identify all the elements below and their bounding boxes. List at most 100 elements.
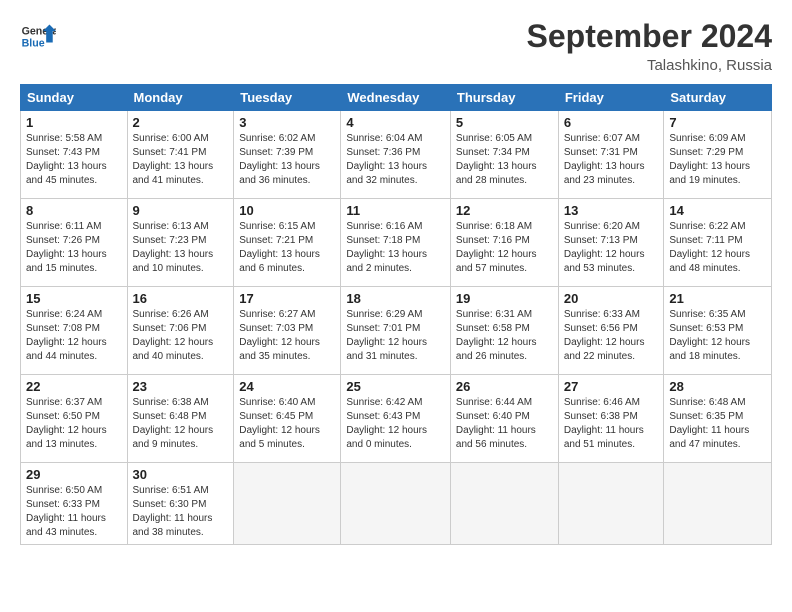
calendar-day-cell: 9 Sunrise: 6:13 AMSunset: 7:23 PMDayligh…: [127, 199, 234, 287]
calendar-day-cell: 29 Sunrise: 6:50 AMSunset: 6:33 PMDaylig…: [21, 463, 128, 545]
day-number: 14: [669, 203, 766, 218]
calendar-day-cell: [234, 463, 341, 545]
calendar-day-cell: 24 Sunrise: 6:40 AMSunset: 6:45 PMDaylig…: [234, 375, 341, 463]
calendar-day-cell: [558, 463, 664, 545]
day-number: 23: [133, 379, 229, 394]
day-info: Sunrise: 6:40 AMSunset: 6:45 PMDaylight:…: [239, 397, 320, 450]
day-number: 12: [456, 203, 553, 218]
day-info: Sunrise: 6:31 AMSunset: 6:58 PMDaylight:…: [456, 309, 537, 362]
day-number: 13: [564, 203, 659, 218]
day-info: Sunrise: 6:42 AMSunset: 6:43 PMDaylight:…: [346, 397, 427, 450]
calendar-week-row: 22 Sunrise: 6:37 AMSunset: 6:50 PMDaylig…: [21, 375, 772, 463]
calendar-day-cell: 19 Sunrise: 6:31 AMSunset: 6:58 PMDaylig…: [450, 287, 558, 375]
calendar-week-row: 1 Sunrise: 5:58 AMSunset: 7:43 PMDayligh…: [21, 111, 772, 199]
calendar-day-cell: 12 Sunrise: 6:18 AMSunset: 7:16 PMDaylig…: [450, 199, 558, 287]
location: Talashkino, Russia: [527, 57, 772, 74]
day-info: Sunrise: 6:33 AMSunset: 6:56 PMDaylight:…: [564, 309, 645, 362]
day-number: 25: [346, 379, 445, 394]
calendar-day-cell: 30 Sunrise: 6:51 AMSunset: 6:30 PMDaylig…: [127, 463, 234, 545]
day-info: Sunrise: 6:09 AMSunset: 7:29 PMDaylight:…: [669, 133, 750, 186]
day-info: Sunrise: 6:20 AMSunset: 7:13 PMDaylight:…: [564, 221, 645, 274]
calendar-day-cell: 22 Sunrise: 6:37 AMSunset: 6:50 PMDaylig…: [21, 375, 128, 463]
day-number: 6: [564, 115, 659, 130]
day-number: 19: [456, 291, 553, 306]
day-info: Sunrise: 6:05 AMSunset: 7:34 PMDaylight:…: [456, 133, 537, 186]
day-number: 8: [26, 203, 122, 218]
day-info: Sunrise: 6:48 AMSunset: 6:35 PMDaylight:…: [669, 397, 749, 450]
weekday-header: Saturday: [664, 85, 772, 111]
calendar-day-cell: 18 Sunrise: 6:29 AMSunset: 7:01 PMDaylig…: [341, 287, 451, 375]
day-info: Sunrise: 6:02 AMSunset: 7:39 PMDaylight:…: [239, 133, 320, 186]
day-number: 21: [669, 291, 766, 306]
day-number: 15: [26, 291, 122, 306]
day-number: 9: [133, 203, 229, 218]
day-number: 2: [133, 115, 229, 130]
day-number: 1: [26, 115, 122, 130]
month-title: September 2024: [527, 18, 772, 55]
title-block: September 2024 Talashkino, Russia: [527, 18, 772, 74]
day-info: Sunrise: 6:15 AMSunset: 7:21 PMDaylight:…: [239, 221, 320, 274]
calendar-day-cell: 26 Sunrise: 6:44 AMSunset: 6:40 PMDaylig…: [450, 375, 558, 463]
day-number: 18: [346, 291, 445, 306]
page-header: General Blue September 2024 Talashkino, …: [20, 18, 772, 74]
weekday-header: Tuesday: [234, 85, 341, 111]
day-number: 26: [456, 379, 553, 394]
day-number: 11: [346, 203, 445, 218]
calendar-week-row: 8 Sunrise: 6:11 AMSunset: 7:26 PMDayligh…: [21, 199, 772, 287]
day-number: 17: [239, 291, 335, 306]
day-info: Sunrise: 6:18 AMSunset: 7:16 PMDaylight:…: [456, 221, 537, 274]
weekday-header: Sunday: [21, 85, 128, 111]
svg-text:Blue: Blue: [22, 38, 45, 50]
calendar-day-cell: 23 Sunrise: 6:38 AMSunset: 6:48 PMDaylig…: [127, 375, 234, 463]
calendar-day-cell: 17 Sunrise: 6:27 AMSunset: 7:03 PMDaylig…: [234, 287, 341, 375]
day-number: 16: [133, 291, 229, 306]
day-number: 5: [456, 115, 553, 130]
weekday-header: Wednesday: [341, 85, 451, 111]
day-info: Sunrise: 6:46 AMSunset: 6:38 PMDaylight:…: [564, 397, 644, 450]
calendar-table: SundayMondayTuesdayWednesdayThursdayFrid…: [20, 84, 772, 545]
calendar-day-cell: 4 Sunrise: 6:04 AMSunset: 7:36 PMDayligh…: [341, 111, 451, 199]
calendar-day-cell: 13 Sunrise: 6:20 AMSunset: 7:13 PMDaylig…: [558, 199, 664, 287]
calendar-day-cell: 10 Sunrise: 6:15 AMSunset: 7:21 PMDaylig…: [234, 199, 341, 287]
day-number: 3: [239, 115, 335, 130]
weekday-header-row: SundayMondayTuesdayWednesdayThursdayFrid…: [21, 85, 772, 111]
day-info: Sunrise: 6:22 AMSunset: 7:11 PMDaylight:…: [669, 221, 750, 274]
calendar-day-cell: [341, 463, 451, 545]
day-info: Sunrise: 6:00 AMSunset: 7:41 PMDaylight:…: [133, 133, 214, 186]
calendar-day-cell: 8 Sunrise: 6:11 AMSunset: 7:26 PMDayligh…: [21, 199, 128, 287]
calendar-day-cell: 14 Sunrise: 6:22 AMSunset: 7:11 PMDaylig…: [664, 199, 772, 287]
day-number: 24: [239, 379, 335, 394]
day-number: 22: [26, 379, 122, 394]
day-number: 20: [564, 291, 659, 306]
logo: General Blue: [20, 18, 56, 54]
calendar-day-cell: [664, 463, 772, 545]
day-info: Sunrise: 6:50 AMSunset: 6:33 PMDaylight:…: [26, 485, 106, 538]
day-info: Sunrise: 6:38 AMSunset: 6:48 PMDaylight:…: [133, 397, 214, 450]
calendar-day-cell: 20 Sunrise: 6:33 AMSunset: 6:56 PMDaylig…: [558, 287, 664, 375]
day-info: Sunrise: 6:16 AMSunset: 7:18 PMDaylight:…: [346, 221, 427, 274]
day-info: Sunrise: 6:04 AMSunset: 7:36 PMDaylight:…: [346, 133, 427, 186]
weekday-header: Friday: [558, 85, 664, 111]
calendar-day-cell: 15 Sunrise: 6:24 AMSunset: 7:08 PMDaylig…: [21, 287, 128, 375]
day-number: 4: [346, 115, 445, 130]
day-number: 10: [239, 203, 335, 218]
day-info: Sunrise: 6:35 AMSunset: 6:53 PMDaylight:…: [669, 309, 750, 362]
calendar-day-cell: 11 Sunrise: 6:16 AMSunset: 7:18 PMDaylig…: [341, 199, 451, 287]
day-number: 7: [669, 115, 766, 130]
calendar-day-cell: 5 Sunrise: 6:05 AMSunset: 7:34 PMDayligh…: [450, 111, 558, 199]
calendar-day-cell: 28 Sunrise: 6:48 AMSunset: 6:35 PMDaylig…: [664, 375, 772, 463]
day-number: 29: [26, 467, 122, 482]
day-number: 27: [564, 379, 659, 394]
calendar-week-row: 29 Sunrise: 6:50 AMSunset: 6:33 PMDaylig…: [21, 463, 772, 545]
day-info: Sunrise: 6:29 AMSunset: 7:01 PMDaylight:…: [346, 309, 427, 362]
day-number: 30: [133, 467, 229, 482]
calendar-day-cell: [450, 463, 558, 545]
day-info: Sunrise: 6:51 AMSunset: 6:30 PMDaylight:…: [133, 485, 213, 538]
weekday-header: Monday: [127, 85, 234, 111]
calendar-day-cell: 25 Sunrise: 6:42 AMSunset: 6:43 PMDaylig…: [341, 375, 451, 463]
calendar-day-cell: 3 Sunrise: 6:02 AMSunset: 7:39 PMDayligh…: [234, 111, 341, 199]
day-info: Sunrise: 6:27 AMSunset: 7:03 PMDaylight:…: [239, 309, 320, 362]
day-info: Sunrise: 6:24 AMSunset: 7:08 PMDaylight:…: [26, 309, 107, 362]
calendar-day-cell: 2 Sunrise: 6:00 AMSunset: 7:41 PMDayligh…: [127, 111, 234, 199]
weekday-header: Thursday: [450, 85, 558, 111]
